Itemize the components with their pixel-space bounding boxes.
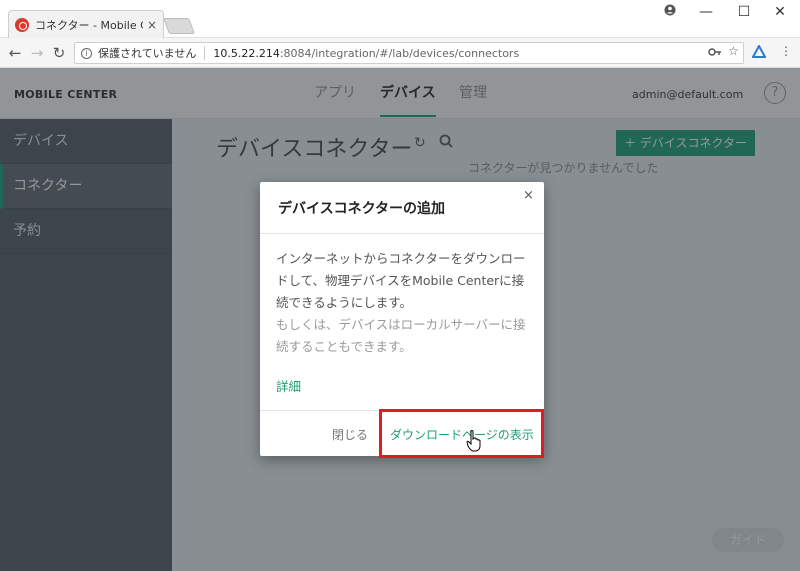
browser-titlebar: コネクター - Mobile Center × — ☐ ✕: [0, 0, 800, 38]
reload-icon[interactable]: ↻: [50, 44, 68, 62]
info-icon[interactable]: i: [81, 47, 92, 59]
extension-icon[interactable]: [751, 43, 767, 61]
highlight-box: [379, 409, 544, 458]
address-bar[interactable]: i 保護されていません 10.5.22.214 :8084/integratio…: [74, 42, 744, 64]
close-button[interactable]: 閉じる: [332, 426, 368, 443]
app-favicon-icon: [15, 17, 29, 32]
dialog-secondary-description: もしくは、デバイスはローカルサーバーに接続することもできます。: [276, 317, 526, 354]
profile-icon[interactable]: [652, 2, 688, 22]
forward-icon[interactable]: →: [28, 44, 46, 62]
url-path: :8084/integration/#/lab/devices/connecto…: [279, 46, 520, 60]
tab-close-icon[interactable]: ×: [147, 18, 157, 32]
details-link[interactable]: 詳細: [276, 376, 301, 395]
maximize-icon[interactable]: ☐: [726, 2, 762, 22]
url-host: 10.5.22.214: [213, 46, 280, 60]
browser-tab[interactable]: コネクター - Mobile Center ×: [8, 10, 164, 38]
browser-toolbar: ← → ↻ i 保護されていません 10.5.22.214 :8084/inte…: [0, 38, 800, 68]
hand-cursor-icon: [466, 430, 482, 456]
security-label: 保護されていません: [98, 47, 197, 60]
dialog-description: インターネットからコネクターをダウンロードして、物理デバイスをMobile Ce…: [276, 251, 526, 310]
dialog-divider: [260, 233, 544, 234]
window-close-icon[interactable]: ✕: [762, 2, 798, 22]
menu-icon[interactable]: ⋮: [780, 44, 792, 58]
dialog-title: デバイスコネクターの追加: [278, 201, 446, 217]
tab-title: コネクター - Mobile Center: [35, 18, 143, 32]
key-icon[interactable]: [708, 46, 722, 60]
minimize-icon[interactable]: —: [688, 2, 724, 22]
bookmark-star-icon[interactable]: ☆: [728, 44, 739, 58]
dialog-close-icon[interactable]: ×: [523, 188, 534, 203]
new-tab-button[interactable]: [163, 18, 195, 34]
divider: [204, 46, 206, 60]
back-icon[interactable]: ←: [6, 44, 24, 62]
